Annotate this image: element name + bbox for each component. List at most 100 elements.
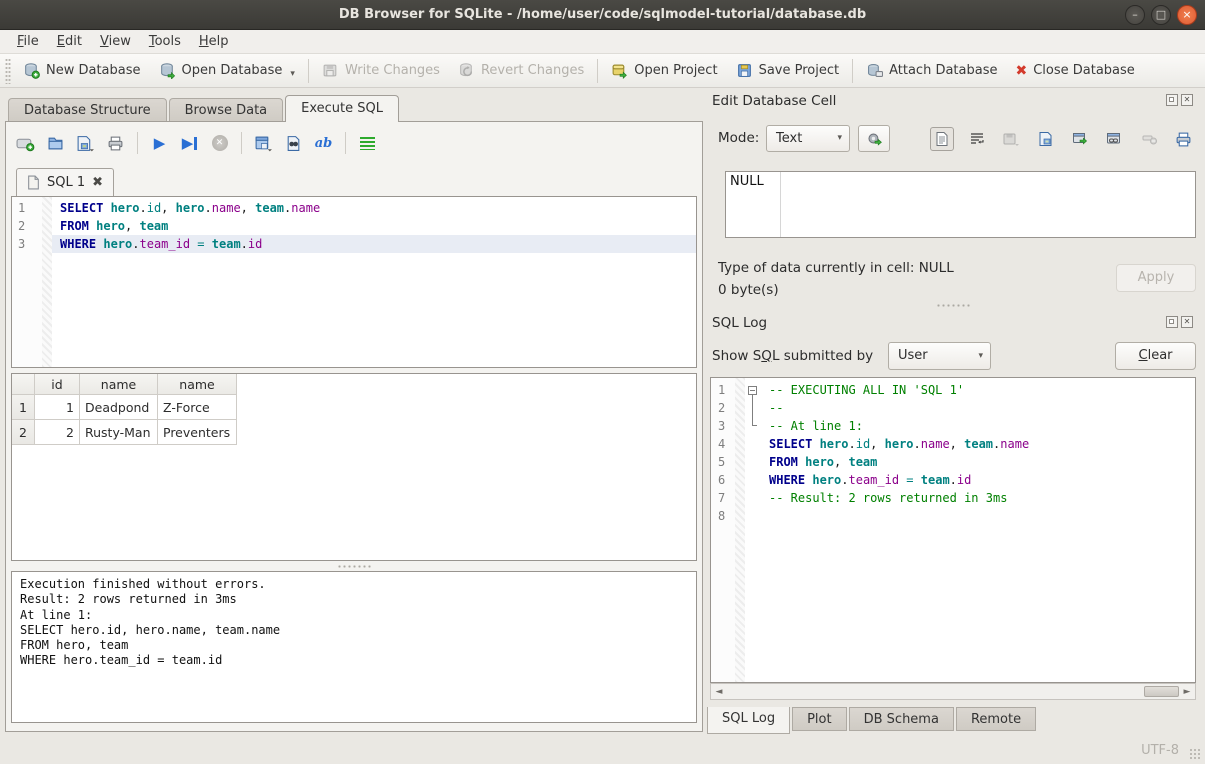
attach-database-button[interactable]: Attach Database <box>857 56 1006 85</box>
close-sql-tab-icon[interactable]: ✖ <box>92 175 103 190</box>
open-in-app-icon[interactable] <box>1068 127 1092 151</box>
table-row[interactable]: 1 1 Deadpond Z-Force <box>12 395 696 420</box>
combo-arrow-icon: ▾ <box>978 343 983 370</box>
scroll-right-icon[interactable]: ► <box>1179 687 1195 697</box>
save-sql-file-button[interactable] <box>76 134 95 153</box>
log-horizontal-scrollbar[interactable]: ◄ ► <box>710 683 1196 700</box>
new-sql-tab-button[interactable] <box>16 134 35 153</box>
splitter-handle[interactable] <box>11 562 697 570</box>
sql-editor[interactable]: 1 2 3 SELECT hero.id, hero.name, team.na… <box>11 196 697 368</box>
fold-corner-icon <box>752 425 757 426</box>
link-data-icon[interactable] <box>1103 127 1127 151</box>
text-mode-icon[interactable] <box>930 127 954 151</box>
message-line: Execution finished without errors. <box>20 577 688 592</box>
close-panel-icon[interactable]: ✕ <box>1181 316 1193 328</box>
row-header[interactable]: 1 <box>12 395 35 420</box>
tab-browse-data[interactable]: Browse Data <box>169 98 284 122</box>
log-code[interactable]: -- EXECUTING ALL IN 'SQL 1' -- -- At lin… <box>761 378 1195 682</box>
menu-edit[interactable]: Edit <box>48 32 91 51</box>
new-database-button[interactable]: New Database <box>14 56 150 85</box>
column-header-name2[interactable]: name <box>158 374 237 395</box>
message-line: WHERE hero.team_id = team.id <box>20 653 688 668</box>
cell-hero-name[interactable]: Deadpond <box>80 395 158 420</box>
execute-line-button[interactable]: ▶ <box>180 134 199 153</box>
splitter-dots-icon <box>337 565 371 568</box>
cell-id[interactable]: 2 <box>35 420 80 445</box>
results-grid[interactable]: id name name 1 1 Deadpond Z-Force 2 2 Ru… <box>11 373 697 561</box>
minimize-icon[interactable]: – <box>1125 5 1145 25</box>
fold-collapse-icon[interactable] <box>748 386 757 395</box>
results-header-row: id name name <box>12 374 696 395</box>
editor-line-2[interactable]: FROM hero, team <box>52 217 696 235</box>
scroll-left-icon[interactable]: ◄ <box>711 687 727 697</box>
tab-database-structure[interactable]: Database Structure <box>8 98 167 122</box>
auto-switch-mode-button[interactable] <box>858 125 890 152</box>
table-row[interactable]: 2 2 Rusty-Man Preventers <box>12 420 696 445</box>
execute-all-button[interactable]: ▶ <box>150 134 169 153</box>
titlebar[interactable]: DB Browser for SQLite - /home/user/code/… <box>0 0 1205 30</box>
cell-team-name[interactable]: Preventers <box>158 420 237 445</box>
close-panel-icon[interactable]: ✕ <box>1181 94 1193 106</box>
dock-tab-sql-log[interactable]: SQL Log <box>707 707 790 734</box>
toolbar-separator <box>308 59 309 83</box>
sql-source-select[interactable]: User ▾ <box>888 342 991 370</box>
tab-execute-sql[interactable]: Execute SQL <box>285 95 399 122</box>
scrollbar-track[interactable] <box>727 684 1179 699</box>
open-database-dropdown-icon[interactable]: ▾ <box>290 69 295 79</box>
menu-help[interactable]: Help <box>190 32 238 51</box>
sql-document-tab[interactable]: SQL 1 ✖ <box>16 168 114 196</box>
sql-log-view[interactable]: 1 2 3 4 5 6 7 8 -- EXECUTING ALL IN 'SQL… <box>710 377 1196 683</box>
clear-log-button[interactable]: Clear <box>1115 342 1196 370</box>
dock-tab-remote[interactable]: Remote <box>956 707 1036 731</box>
dock-tab-db-schema[interactable]: DB Schema <box>849 707 954 731</box>
encoding-indicator[interactable]: UTF-8 <box>1141 743 1179 758</box>
cell-editor-margin <box>780 172 781 237</box>
editor-line-numbers: 1 2 3 <box>12 197 42 367</box>
maximize-icon[interactable]: □ <box>1151 5 1171 25</box>
print-cell-icon[interactable] <box>1172 127 1196 151</box>
sql-toolbar-separator <box>241 132 242 154</box>
sql-toolbar-separator <box>345 132 346 154</box>
dock-tab-plot[interactable]: Plot <box>792 707 847 731</box>
float-panel-icon[interactable] <box>1166 316 1178 328</box>
format-sql-button[interactable]: ab <box>314 134 333 153</box>
menu-view[interactable]: View <box>91 32 140 51</box>
word-wrap-icon[interactable] <box>965 127 989 151</box>
close-database-button[interactable]: ✖ Close Database <box>1006 57 1143 85</box>
cell-hero-name[interactable]: Rusty-Man <box>80 420 158 445</box>
main-tabbar: Database Structure Browse Data Execute S… <box>8 95 401 122</box>
open-sql-file-button[interactable] <box>46 134 65 153</box>
splitter-handle[interactable] <box>710 301 1196 309</box>
toolbar-drag-handle[interactable] <box>5 58 11 84</box>
grid-corner[interactable] <box>12 374 35 395</box>
mode-select[interactable]: Text ▾ <box>766 125 850 152</box>
print-sql-button[interactable] <box>106 134 125 153</box>
editor-line-1[interactable]: SELECT hero.id, hero.name, team.name <box>52 199 696 217</box>
log-fold-column <box>745 378 761 682</box>
export-results-button[interactable] <box>254 134 273 153</box>
execution-message[interactable]: Execution finished without errors. Resul… <box>11 571 697 723</box>
open-project-button[interactable]: Open Project <box>602 56 726 85</box>
cell-id[interactable]: 1 <box>35 395 80 420</box>
sql-log-panel-title: SQL Log <box>712 315 767 331</box>
float-panel-icon[interactable] <box>1166 94 1178 106</box>
scrollbar-thumb[interactable] <box>1144 686 1179 697</box>
cell-editor[interactable]: NULL <box>725 171 1196 238</box>
menu-tools[interactable]: Tools <box>140 32 190 51</box>
open-database-button[interactable]: Open Database ▾ <box>150 56 304 85</box>
cell-team-name[interactable]: Z-Force <box>158 395 237 420</box>
editor-line-3[interactable]: WHERE hero.team_id = team.id <box>52 235 696 253</box>
column-header-id[interactable]: id <box>35 374 80 395</box>
splitter-dots-icon <box>936 304 970 307</box>
find-in-sql-button[interactable] <box>284 134 303 153</box>
menu-file[interactable]: File <box>8 32 48 51</box>
row-header[interactable]: 2 <box>12 420 35 445</box>
export-cell-icon[interactable] <box>1034 127 1058 151</box>
resize-grip-icon[interactable] <box>1189 748 1202 761</box>
close-icon[interactable]: × <box>1177 5 1197 25</box>
column-header-name[interactable]: name <box>80 374 158 395</box>
save-project-button[interactable]: Save Project <box>727 56 849 85</box>
write-changes-button: Write Changes <box>313 56 449 85</box>
word-wrap-button[interactable] <box>358 134 377 153</box>
editor-code[interactable]: SELECT hero.id, hero.name, team.name FRO… <box>52 197 696 367</box>
